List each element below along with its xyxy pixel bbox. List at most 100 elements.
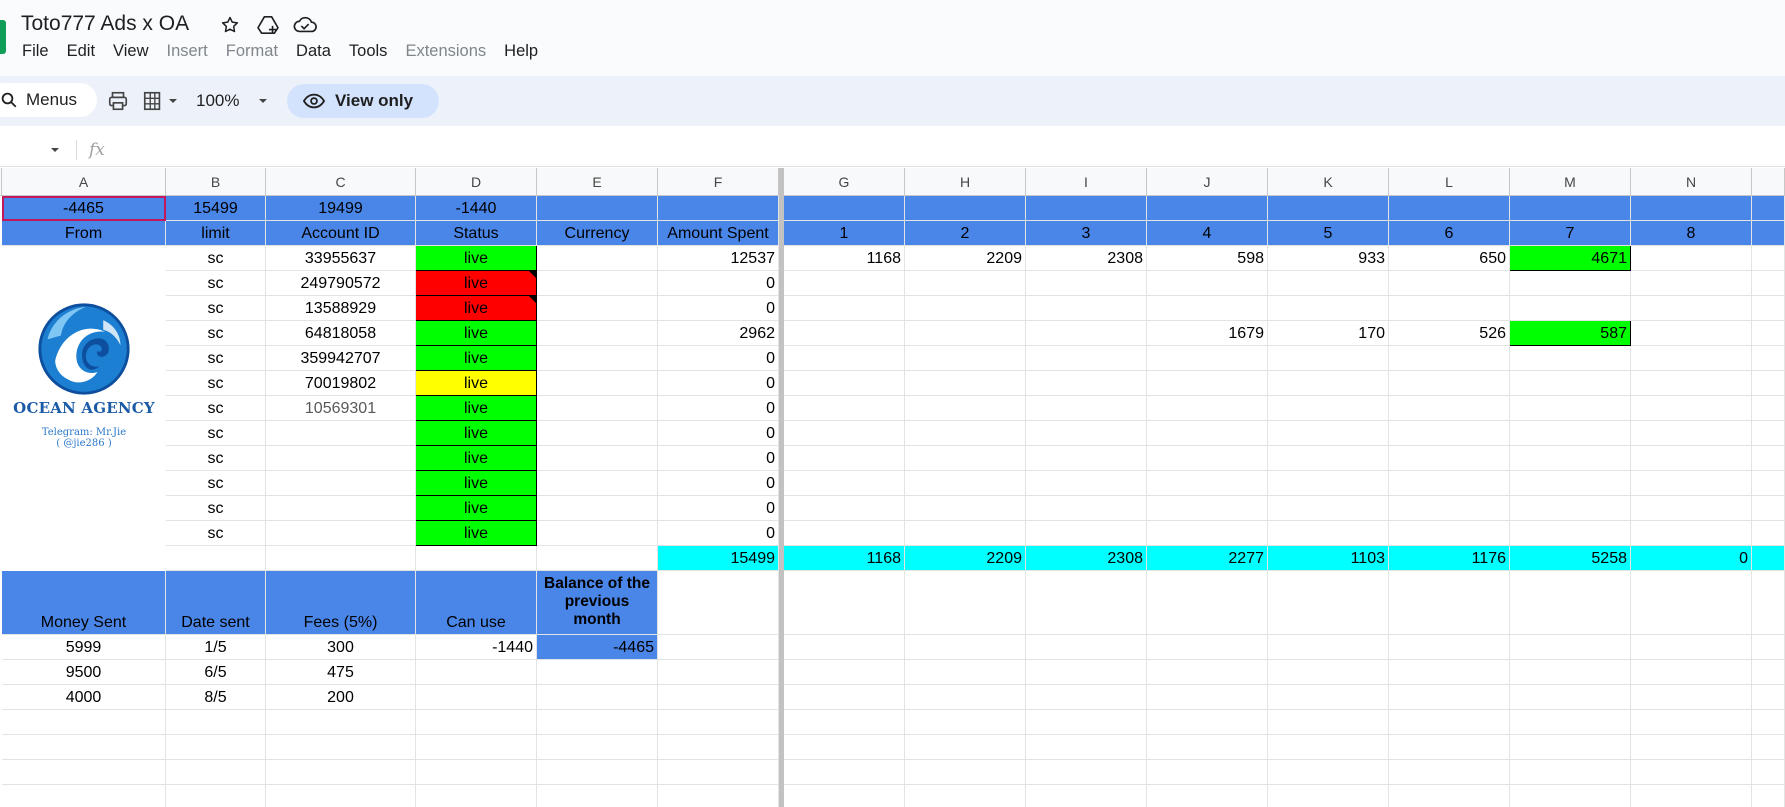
day-spend-cell[interactable] (1510, 471, 1631, 496)
cell[interactable] (784, 571, 905, 635)
day-spend-cell[interactable] (905, 396, 1026, 421)
empty-cell[interactable] (658, 785, 779, 807)
money-cell[interactable]: 5999 (2, 635, 166, 660)
day-spend-cell[interactable] (1268, 421, 1389, 446)
status-cell[interactable]: live (416, 296, 537, 321)
day-spend-cell[interactable] (1147, 471, 1268, 496)
status-cell[interactable]: live (416, 346, 537, 371)
empty-cell[interactable] (1147, 710, 1268, 735)
day-spend-cell[interactable] (784, 271, 905, 296)
money-header-cell[interactable]: Balance of the previous month (537, 571, 658, 635)
day-spend-cell[interactable]: 933 (1268, 246, 1389, 271)
day-spend-cell[interactable] (1026, 321, 1147, 346)
day-spend-cell[interactable] (905, 346, 1026, 371)
currency-cell[interactable] (537, 346, 658, 371)
column-header-j[interactable]: J (1147, 168, 1268, 196)
day-spend-cell[interactable] (1510, 496, 1631, 521)
header-cell[interactable]: Status (416, 221, 537, 246)
header-cell[interactable] (1752, 221, 1785, 246)
day-spend-cell[interactable] (1147, 521, 1268, 546)
empty-cell[interactable] (1631, 735, 1752, 760)
summary-cell[interactable] (1026, 196, 1147, 221)
day-spend-cell[interactable] (1510, 521, 1631, 546)
money-header-cell[interactable]: Can use (416, 571, 537, 635)
empty-cell[interactable] (416, 710, 537, 735)
cell[interactable] (1268, 685, 1389, 710)
total-cell[interactable]: 2277 (1147, 546, 1268, 571)
empty-cell[interactable] (537, 785, 658, 807)
zoom-select[interactable]: 100% (196, 88, 269, 114)
day-spend-cell[interactable] (1631, 471, 1752, 496)
column-header-a[interactable]: A (2, 168, 166, 196)
cell[interactable] (1752, 685, 1785, 710)
account-id-cell[interactable]: 33955637 (266, 246, 416, 271)
empty-cell[interactable] (2, 710, 166, 735)
day-spend-cell[interactable]: 598 (1147, 246, 1268, 271)
empty-cell[interactable] (658, 710, 779, 735)
view-only-button[interactable]: View only (287, 84, 439, 118)
day-spend-cell[interactable] (784, 471, 905, 496)
day-spend-cell[interactable]: 587 (1510, 321, 1631, 346)
empty-cell[interactable] (537, 735, 658, 760)
account-id-cell[interactable] (266, 446, 416, 471)
status-cell[interactable]: live (416, 246, 537, 271)
cell[interactable] (1147, 635, 1268, 660)
summary-cell[interactable] (905, 196, 1026, 221)
empty-cell[interactable] (1147, 735, 1268, 760)
column-header-d[interactable]: D (416, 168, 537, 196)
cell[interactable] (1752, 296, 1785, 321)
day-spend-cell[interactable] (1147, 396, 1268, 421)
empty-cell[interactable] (905, 735, 1026, 760)
limit-cell[interactable]: sc (166, 446, 266, 471)
day-spend-cell[interactable]: 526 (1389, 321, 1510, 346)
total-cell[interactable]: 0 (1631, 546, 1752, 571)
day-spend-cell[interactable] (1631, 246, 1752, 271)
day-spend-cell[interactable] (1389, 421, 1510, 446)
search-menus-button[interactable]: Menus (0, 83, 97, 117)
empty-cell[interactable] (166, 760, 266, 785)
limit-cell[interactable]: sc (166, 271, 266, 296)
account-id-cell[interactable] (266, 421, 416, 446)
empty-cell[interactable] (1510, 760, 1631, 785)
account-id-cell[interactable]: 64818058 (266, 321, 416, 346)
empty-cell[interactable] (1268, 735, 1389, 760)
header-cell[interactable]: Amount Spent (658, 221, 779, 246)
money-cell[interactable]: 4000 (2, 685, 166, 710)
day-spend-cell[interactable] (1268, 496, 1389, 521)
limit-cell[interactable]: sc (166, 396, 266, 421)
day-spend-cell[interactable] (1389, 371, 1510, 396)
currency-cell[interactable] (537, 296, 658, 321)
limit-cell[interactable]: sc (166, 296, 266, 321)
summary-cell[interactable]: -1440 (416, 196, 537, 221)
menu-data[interactable]: Data (296, 42, 331, 64)
empty-cell[interactable] (905, 760, 1026, 785)
day-spend-cell[interactable] (1510, 396, 1631, 421)
cell[interactable] (1752, 521, 1785, 546)
column-header-i[interactable]: I (1026, 168, 1147, 196)
cell[interactable] (1752, 471, 1785, 496)
day-spend-cell[interactable] (1147, 446, 1268, 471)
day-spend-cell[interactable] (1268, 271, 1389, 296)
cell[interactable] (1752, 571, 1785, 635)
amount-spent-cell[interactable]: 0 (658, 496, 779, 521)
money-cell[interactable]: 6/5 (166, 660, 266, 685)
cell[interactable] (1752, 271, 1785, 296)
empty-cell[interactable] (166, 735, 266, 760)
cell[interactable] (537, 546, 658, 571)
summary-cell[interactable] (658, 196, 779, 221)
total-cell[interactable]: 1168 (784, 546, 905, 571)
empty-cell[interactable] (416, 785, 537, 807)
column-header-n[interactable]: N (1631, 168, 1752, 196)
day-spend-cell[interactable] (784, 396, 905, 421)
money-cell[interactable] (537, 685, 658, 710)
status-cell[interactable]: live (416, 371, 537, 396)
header-cell[interactable]: 5 (1268, 221, 1389, 246)
cell[interactable] (1510, 571, 1631, 635)
cell[interactable] (1147, 660, 1268, 685)
cell[interactable] (784, 685, 905, 710)
header-cell[interactable]: 2 (905, 221, 1026, 246)
empty-cell[interactable] (1389, 760, 1510, 785)
column-header-m[interactable]: M (1510, 168, 1631, 196)
day-spend-cell[interactable] (1389, 496, 1510, 521)
star-icon[interactable] (218, 13, 242, 37)
